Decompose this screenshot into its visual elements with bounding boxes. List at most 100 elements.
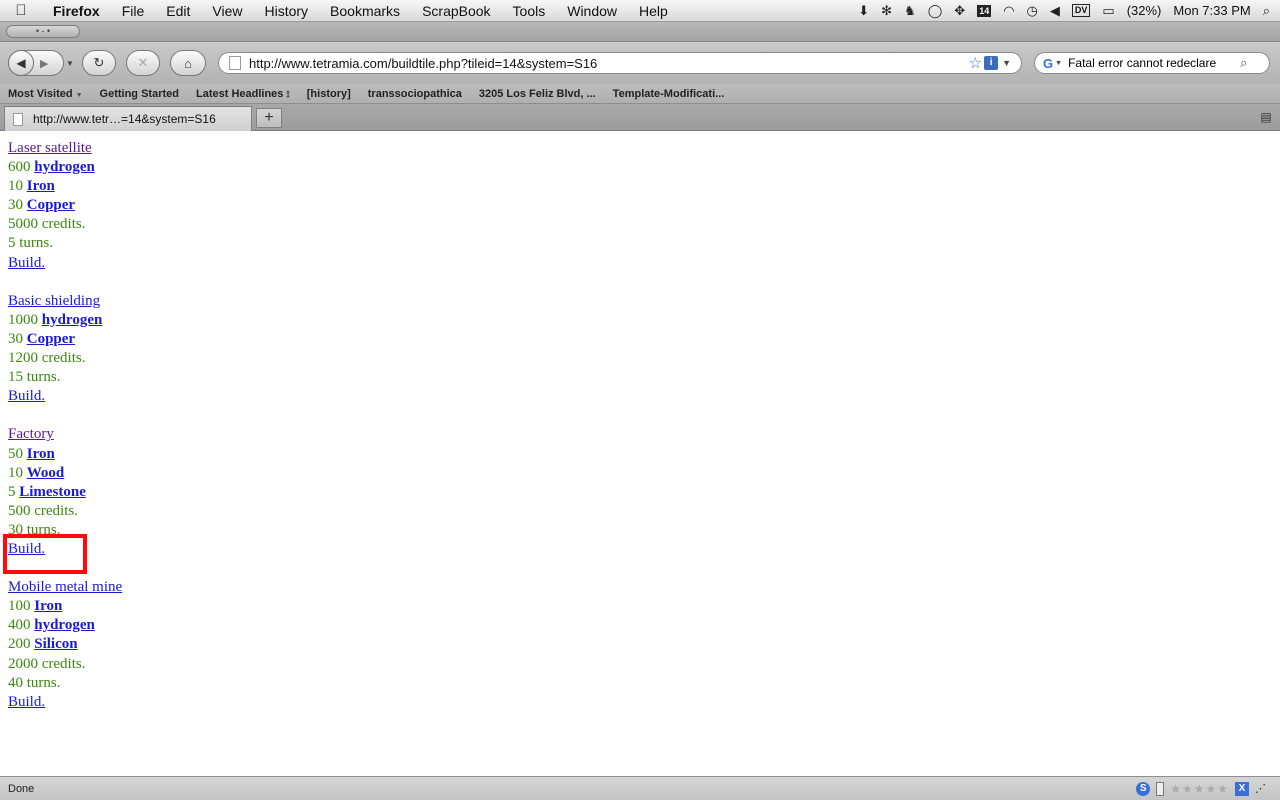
item-name-link[interactable]: Laser satellite bbox=[8, 139, 1272, 158]
resource-link[interactable]: Silicon bbox=[34, 636, 77, 652]
resource-qty: 200 bbox=[8, 636, 31, 653]
bookmark-most-visited[interactable]: Most Visited ▼ bbox=[8, 88, 83, 100]
battery-icon[interactable]: ▭ bbox=[1102, 3, 1114, 19]
dv-icon[interactable]: DV bbox=[1071, 4, 1091, 17]
new-tab-button[interactable]: + bbox=[256, 108, 282, 128]
build-link[interactable]: Build. bbox=[8, 387, 1272, 406]
forward-arrow-icon[interactable]: ▶ bbox=[40, 57, 48, 70]
search-engine-dropdown-icon[interactable]: ▼ bbox=[1055, 60, 1062, 67]
menu-tools[interactable]: Tools bbox=[502, 3, 557, 19]
url-dropdown-icon[interactable]: ▼ bbox=[1002, 58, 1011, 68]
calendar-icon[interactable]: 14 bbox=[977, 4, 992, 17]
sync-icon[interactable]: ✻ bbox=[881, 3, 892, 19]
resource-link[interactable]: hydrogen bbox=[34, 617, 95, 633]
menu-firefox[interactable]: Firefox bbox=[42, 3, 111, 19]
scrapbook-icon[interactable] bbox=[1156, 781, 1165, 796]
resource-link[interactable]: hydrogen bbox=[42, 312, 103, 328]
back-forward-button[interactable]: ◀ ▶ bbox=[8, 50, 64, 76]
resource-link[interactable]: Iron bbox=[27, 178, 55, 194]
evernote-icon[interactable]: ♞ bbox=[904, 3, 916, 19]
tab-current[interactable]: http://www.tetr…=14&system=S16 bbox=[4, 106, 252, 131]
build-link[interactable]: Build. bbox=[8, 693, 1272, 712]
spotlight-icon[interactable]: ⌕ bbox=[1263, 3, 1270, 19]
resize-grip-icon[interactable]: ⋰ bbox=[1255, 782, 1266, 795]
search-input[interactable] bbox=[1068, 56, 1239, 70]
credits-text: 500 credits. bbox=[8, 502, 78, 519]
resource-qty: 1000 bbox=[8, 311, 38, 328]
search-box[interactable]: G ▼ ⌕ bbox=[1034, 52, 1270, 74]
xmarks-icon[interactable]: X bbox=[1235, 781, 1249, 796]
turns-text: 15 turns. bbox=[8, 369, 61, 386]
menu-bookmarks[interactable]: Bookmarks bbox=[319, 3, 411, 19]
item-name-link[interactable]: Factory bbox=[8, 425, 1272, 444]
chat-bubble-icon[interactable]: ◯ bbox=[928, 3, 943, 19]
turns-text: 30 turns. bbox=[8, 521, 61, 538]
time-machine-icon[interactable]: ◷ bbox=[1027, 3, 1038, 19]
menu-help[interactable]: Help bbox=[628, 3, 679, 19]
reload-button[interactable]: ↻ bbox=[82, 50, 116, 76]
mac-menubar:  Firefox File Edit View History Bookmar… bbox=[0, 0, 1280, 22]
rss-icon: ⟟ bbox=[286, 88, 290, 99]
info-icon[interactable]: i bbox=[984, 56, 999, 70]
bookmarks-toolbar: Most Visited ▼ Getting Started Latest Hea… bbox=[0, 84, 1280, 104]
move-icon[interactable]: ✥ bbox=[954, 3, 965, 19]
resource-link[interactable]: Iron bbox=[34, 598, 62, 614]
bookmark-star-icon[interactable]: ☆ bbox=[969, 54, 982, 72]
menu-history[interactable]: History bbox=[253, 3, 319, 19]
resource-line: 100 Iron bbox=[8, 597, 1272, 616]
status-bar-addons: S ★★★★★ X ⋰ bbox=[1136, 781, 1280, 796]
rating-stars[interactable]: ★★★★★ bbox=[1170, 782, 1229, 796]
resource-link[interactable]: hydrogen bbox=[34, 159, 95, 175]
resource-link[interactable]: Wood bbox=[27, 465, 65, 481]
url-bar[interactable]: http://www.tetramia.com/buildtile.php?ti… bbox=[218, 52, 1022, 74]
history-dropdown-icon[interactable]: ▼ bbox=[66, 59, 74, 68]
turns-text: 40 turns. bbox=[8, 674, 61, 691]
menu-view[interactable]: View bbox=[201, 3, 253, 19]
menu-scrapbook[interactable]: ScrapBook bbox=[411, 3, 501, 19]
resource-line: 5 Limestone bbox=[8, 483, 1272, 502]
menu-edit[interactable]: Edit bbox=[155, 3, 201, 19]
window-controls[interactable]: • - • bbox=[6, 25, 80, 38]
google-icon[interactable]: G bbox=[1043, 56, 1053, 71]
menu-file[interactable]: File bbox=[111, 3, 156, 19]
bookmark-transsociopathica[interactable]: transsociopathica bbox=[368, 88, 462, 100]
resource-qty: 400 bbox=[8, 617, 31, 634]
resource-qty: 30 bbox=[8, 197, 23, 214]
menubar-clock[interactable]: Mon 7:33 PM bbox=[1173, 3, 1250, 18]
resource-qty: 10 bbox=[8, 464, 23, 481]
resource-qty: 100 bbox=[8, 598, 31, 615]
bookmark-getting-started[interactable]: Getting Started bbox=[100, 88, 179, 100]
home-button[interactable]: ⌂ bbox=[170, 50, 206, 76]
wifi-icon[interactable]: ◠ bbox=[1003, 3, 1014, 19]
resource-line: 600 hydrogen bbox=[8, 158, 1272, 177]
menu-window[interactable]: Window bbox=[556, 3, 628, 19]
skype-icon[interactable]: S bbox=[1136, 781, 1151, 796]
url-text[interactable]: http://www.tetramia.com/buildtile.php?ti… bbox=[249, 56, 969, 71]
resource-line: 30 Copper bbox=[8, 330, 1272, 349]
build-link[interactable]: Build. bbox=[8, 254, 1272, 273]
bookmark-template[interactable]: Template-Modificati... bbox=[613, 88, 725, 100]
volume-icon[interactable]: ◀ bbox=[1050, 3, 1060, 19]
build-item: Mobile metal mine 100 Iron 400 hydrogen … bbox=[8, 578, 1272, 712]
resource-line: 400 hydrogen bbox=[8, 616, 1272, 635]
build-link[interactable]: Build. bbox=[8, 540, 1272, 559]
item-name-link[interactable]: Mobile metal mine bbox=[8, 578, 1272, 597]
resource-link[interactable]: Copper bbox=[27, 197, 75, 213]
item-name-link[interactable]: Basic shielding bbox=[8, 292, 1272, 311]
bookmark-latest-headlines[interactable]: Latest Headlines ⟟ bbox=[196, 88, 290, 100]
bookmark-history[interactable]: [history] bbox=[307, 88, 351, 100]
search-icon[interactable]: ⌕ bbox=[1240, 55, 1247, 71]
apple-menu-icon[interactable]:  bbox=[0, 2, 42, 19]
bookmark-los-feliz[interactable]: 3205 Los Feliz Blvd, ... bbox=[479, 88, 596, 100]
credits-text: 1200 credits. bbox=[8, 350, 86, 367]
download-icon[interactable]: ⬇ bbox=[858, 3, 869, 19]
turns-text: 5 turns. bbox=[8, 235, 53, 252]
stop-button[interactable]: ✕ bbox=[126, 50, 160, 76]
tab-list-icon[interactable]: ▤ bbox=[1256, 110, 1276, 126]
back-arrow-icon[interactable]: ◀ bbox=[8, 50, 34, 76]
tab-bar: http://www.tetr…=14&system=S16 + ▤ bbox=[0, 104, 1280, 131]
resource-link[interactable]: Copper bbox=[27, 331, 75, 347]
resource-link[interactable]: Limestone bbox=[19, 484, 86, 500]
page-icon bbox=[13, 112, 23, 126]
resource-link[interactable]: Iron bbox=[27, 446, 55, 462]
